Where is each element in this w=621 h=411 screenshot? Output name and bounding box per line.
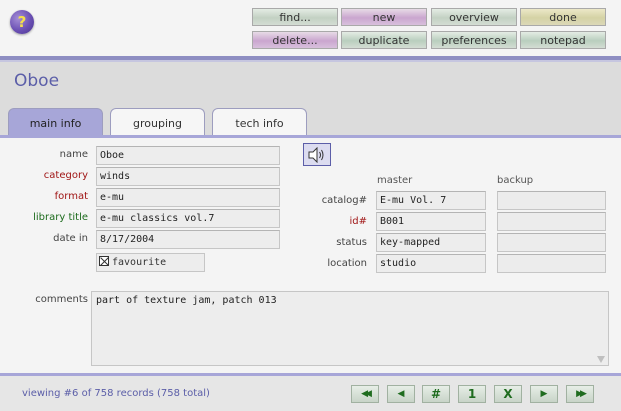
status-master-field[interactable]: key-mapped bbox=[376, 233, 486, 252]
id-backup-field[interactable] bbox=[497, 212, 606, 231]
scroll-down-icon[interactable] bbox=[597, 356, 605, 363]
record-count-status: viewing #6 of 758 records (758 total) bbox=[22, 388, 210, 399]
overview-button[interactable]: overview bbox=[431, 8, 517, 26]
catalog-backup-field[interactable] bbox=[497, 191, 606, 210]
name-field[interactable]: Oboe bbox=[96, 146, 280, 165]
backup-header: backup bbox=[497, 175, 534, 186]
done-button[interactable]: done bbox=[520, 8, 606, 26]
id-label: id# bbox=[349, 216, 367, 227]
location-master-field[interactable]: studio bbox=[376, 254, 486, 273]
name-label: name bbox=[59, 149, 88, 160]
notepad-button[interactable]: notepad bbox=[520, 31, 606, 49]
first-page-button[interactable]: 1 bbox=[458, 385, 486, 403]
next-record-button[interactable]: ▶ bbox=[530, 385, 558, 403]
comments-label: comments bbox=[35, 294, 88, 305]
preferences-button[interactable]: preferences bbox=[431, 31, 517, 49]
library-title-label: library title bbox=[33, 212, 88, 223]
status-backup-field[interactable] bbox=[497, 233, 606, 252]
catalog-master-field[interactable]: E-mu Vol. 7 bbox=[376, 191, 486, 210]
favourite-checkbox[interactable]: favourite bbox=[96, 253, 205, 272]
page-title: Oboe bbox=[14, 71, 60, 91]
find-button[interactable]: find... bbox=[252, 8, 338, 26]
delete-button[interactable]: delete... bbox=[252, 31, 338, 49]
status-label: status bbox=[336, 237, 367, 248]
tab-main-info[interactable]: main info bbox=[8, 108, 103, 136]
checkbox-checked-icon bbox=[99, 256, 109, 266]
format-field[interactable]: e-mu bbox=[96, 188, 280, 207]
new-button[interactable]: new bbox=[341, 8, 427, 26]
play-sound-button[interactable] bbox=[303, 143, 331, 166]
date-in-label: date in bbox=[53, 233, 88, 244]
catalog-label: catalog# bbox=[321, 195, 367, 206]
tab-grouping[interactable]: grouping bbox=[110, 108, 205, 136]
format-label: format bbox=[54, 191, 88, 202]
location-label: location bbox=[327, 258, 367, 269]
goto-record-button[interactable]: # bbox=[422, 385, 450, 403]
category-field[interactable]: winds bbox=[96, 167, 280, 186]
help-button[interactable]: ? bbox=[10, 10, 34, 34]
id-master-field[interactable]: B001 bbox=[376, 212, 486, 231]
duplicate-button[interactable]: duplicate bbox=[341, 31, 427, 49]
category-label: category bbox=[43, 170, 88, 181]
speaker-icon bbox=[308, 146, 324, 163]
comments-text: part of texture jam, patch 013 bbox=[96, 295, 277, 306]
tab-tech-info[interactable]: tech info bbox=[212, 108, 307, 136]
first-record-button[interactable]: ◀◀ bbox=[351, 385, 379, 403]
divider bbox=[0, 135, 621, 138]
last-record-button[interactable]: ▶▶ bbox=[566, 385, 594, 403]
comments-field[interactable]: part of texture jam, patch 013 bbox=[91, 291, 609, 366]
prev-record-button[interactable]: ◀ bbox=[387, 385, 415, 403]
close-nav-button[interactable]: X bbox=[494, 385, 522, 403]
favourite-label: favourite bbox=[112, 257, 167, 268]
location-backup-field[interactable] bbox=[497, 254, 606, 273]
master-header: master bbox=[377, 175, 413, 186]
library-title-field[interactable]: e-mu classics vol.7 bbox=[96, 209, 280, 228]
date-in-field[interactable]: 8/17/2004 bbox=[96, 230, 280, 249]
